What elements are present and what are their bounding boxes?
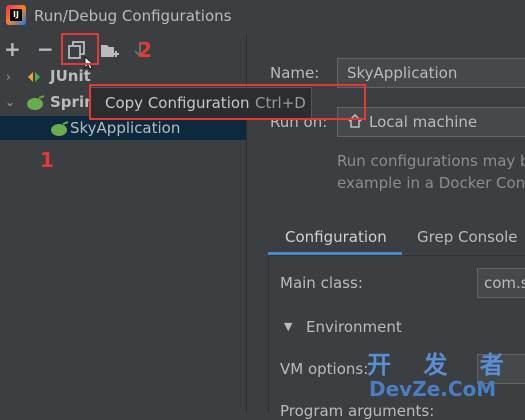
watermark-chinese: 开 发 者: [367, 351, 516, 379]
tree-item-junit[interactable]: JUnit: [50, 67, 91, 85]
program-arguments-label: Program arguments:: [280, 402, 435, 420]
tab-configuration[interactable]: Configuration: [285, 228, 387, 246]
tree-item-skyapplication[interactable]: SkyApplication: [70, 119, 180, 137]
vm-options-label: VM options:: [280, 360, 369, 378]
app-logo-icon: IJ: [6, 5, 26, 25]
minus-icon[interactable]: −: [37, 37, 54, 61]
junit-icon: [27, 70, 45, 88]
watermark-domain: DevZe.CoM: [369, 377, 497, 401]
run-on-value: Local machine: [369, 113, 478, 131]
run-on-hint-line1: Run configurations may be: [337, 152, 525, 170]
chevron-down-icon[interactable]: ⌄: [5, 95, 15, 109]
name-field-value: SkyApplication: [347, 64, 458, 82]
annotation-number-1: 1: [40, 148, 54, 172]
spring-icon: [26, 95, 46, 115]
copy-highlight-box: [61, 33, 99, 65]
chevron-right-icon[interactable]: ›: [6, 70, 11, 84]
tooltip-highlight-box: [89, 84, 366, 120]
collapse-triangle-icon[interactable]: ▼: [284, 320, 292, 333]
spring-boot-icon: [50, 121, 70, 141]
folder-add-icon[interactable]: [100, 42, 120, 60]
window-title: Run/Debug Configurations: [34, 7, 232, 25]
main-class-field[interactable]: com.s: [477, 268, 525, 298]
tabs-separator: [268, 255, 525, 256]
plus-icon[interactable]: +: [4, 37, 21, 61]
tab-grep-console[interactable]: Grep Console: [417, 228, 518, 246]
run-on-hint-line2: example in a Docker Conta: [337, 174, 525, 192]
tab-panel-border: [268, 256, 269, 413]
annotation-number-2: 2: [138, 38, 152, 62]
main-class-value: com.s: [484, 274, 525, 292]
environment-section-label[interactable]: Environment: [306, 318, 402, 336]
main-class-label: Main class:: [280, 274, 363, 292]
name-label: Name:: [270, 64, 320, 82]
